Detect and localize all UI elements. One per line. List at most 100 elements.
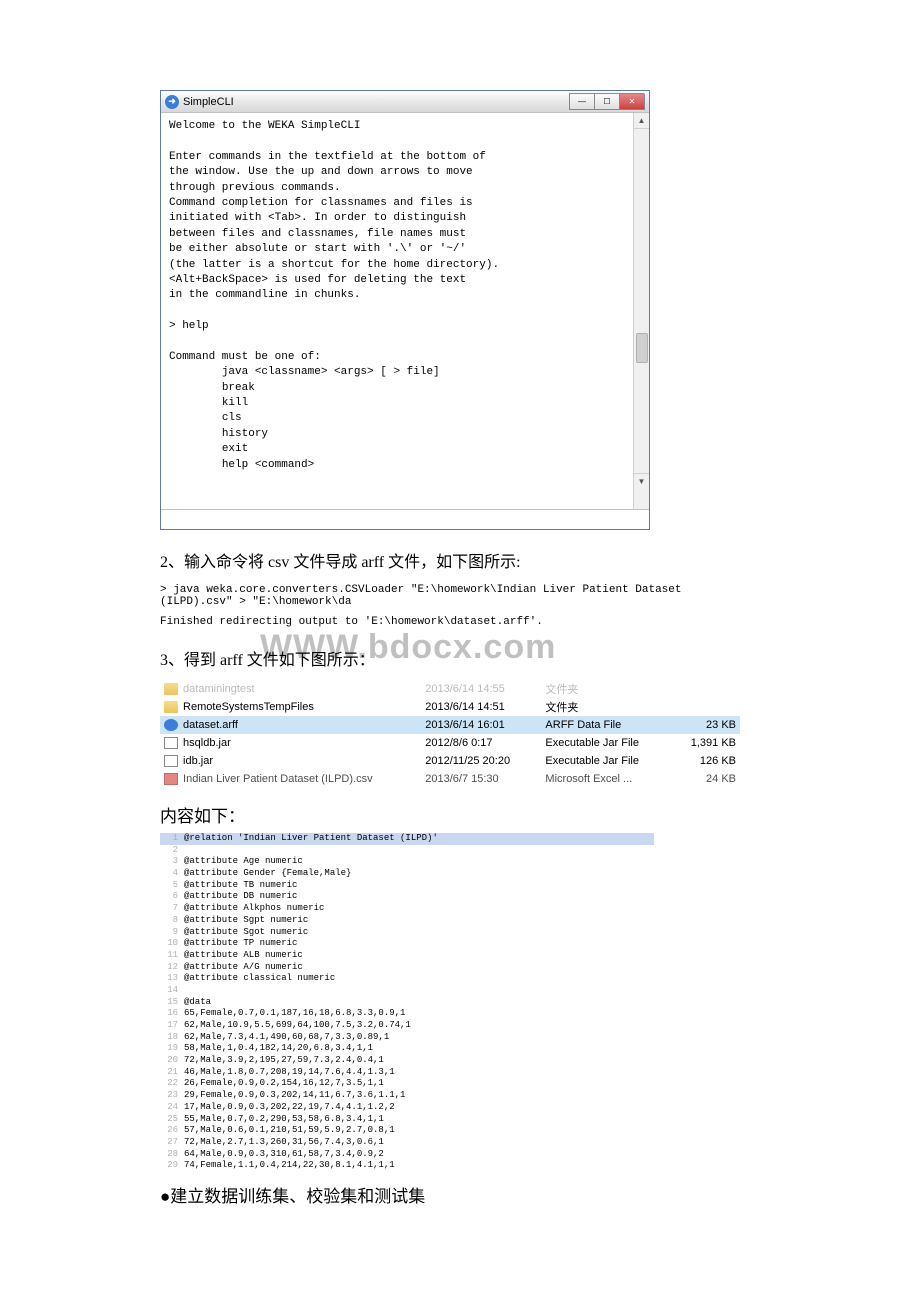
arff-code-line: 64,Male,0.9,0.3,310,61,58,7,3.4,0.9,2 [184,1149,654,1161]
line-number: 18 [160,1032,184,1044]
scroll-up-icon[interactable]: ▲ [634,113,649,129]
line-number: 28 [160,1149,184,1161]
line-number: 1 [160,833,184,845]
scroll-thumb[interactable] [636,333,648,363]
arff-line: 11@attribute ALB numeric [160,950,654,962]
cli-titlebar: ➜ SimpleCLI — ☐ ✕ [161,91,649,113]
window-controls: — ☐ ✕ [570,93,645,110]
arff-line: 1958,Male,1,0.4,182,14,20,6.8,3.4,1,1 [160,1043,654,1055]
cli-title: SimpleCLI [183,96,570,108]
maximize-button[interactable]: ☐ [594,93,620,110]
file-row[interactable]: Indian Liver Patient Dataset (ILPD).csv2… [160,770,740,788]
line-number: 23 [160,1090,184,1102]
cli-input[interactable] [161,509,649,529]
line-number: 25 [160,1114,184,1126]
arff-line: 10@attribute TP numeric [160,938,654,950]
line-number: 24 [160,1102,184,1114]
simplecli-window: ➜ SimpleCLI — ☐ ✕ Welcome to the WEKA Si… [160,90,650,530]
arff-line: 2772,Male,2.7,1.3,260,31,56,7.4,3,0.6,1 [160,1137,654,1149]
arff-code-line: @attribute A/G numeric [184,962,654,974]
line-number: 9 [160,927,184,939]
arff-line: 2226,Female,0.9,0.2,154,16,12,7,3.5,1,1 [160,1078,654,1090]
line-number: 22 [160,1078,184,1090]
arff-code-line: @data [184,997,654,1009]
arff-code-line: @attribute TP numeric [184,938,654,950]
content-heading: 内容如下： [160,802,760,827]
arff-line: 1862,Male,7.3,4.1,490,60,68,7,3.3,0.89,1 [160,1032,654,1044]
file-icon [164,719,178,731]
arff-line: 5@attribute TB numeric [160,880,654,892]
line-number: 10 [160,938,184,950]
arff-line: 2864,Male,0.9,0.3,310,61,58,7,3.4,0.9,2 [160,1149,654,1161]
arff-code-line: @attribute Sgot numeric [184,927,654,939]
arff-line: 2417,Male,0.9,0.3,202,22,19,7.4,4.1,1.2,… [160,1102,654,1114]
arff-line: 9@attribute Sgot numeric [160,927,654,939]
arff-line: 6@attribute DB numeric [160,891,654,903]
arff-code-line [184,985,654,997]
file-row[interactable]: RemoteSystemsTempFiles2013/6/14 14:51文件夹 [160,698,740,716]
arff-line: 15@data [160,997,654,1009]
line-number: 26 [160,1125,184,1137]
arff-code-line: 65,Female,0.7,0.1,187,16,18,6.8,3.3,0.9,… [184,1008,654,1020]
cli-scrollbar[interactable]: ▲ ▼ [633,113,649,509]
line-number: 20 [160,1055,184,1067]
file-icon [164,701,178,713]
file-row[interactable]: dataminingtest2013/6/14 14:55文件夹 [160,680,740,698]
arff-code-line: @attribute classical numeric [184,973,654,985]
line-number: 5 [160,880,184,892]
file-row[interactable]: hsqldb.jar2012/8/6 0:17Executable Jar Fi… [160,734,740,752]
close-button[interactable]: ✕ [619,93,645,110]
arff-line: 2146,Male,1.8,0.7,208,19,14,7.6,4.4,1.3,… [160,1067,654,1079]
arff-code-line: 62,Male,10.9,5.5,699,64,100,7.5,3.2,0.74… [184,1020,654,1032]
line-number: 12 [160,962,184,974]
arff-line: 4@attribute Gender {Female,Male} [160,868,654,880]
arff-code-line: 57,Male,0.6,0.1,210,51,59,5.9,2.7,0.8,1 [184,1125,654,1137]
arff-code-line: @attribute Sgpt numeric [184,915,654,927]
step2-text: 2、输入命令将 csv 文件导成 arff 文件，如下图所示: [160,548,760,572]
arff-code-line: @attribute Age numeric [184,856,654,868]
arff-line: 3@attribute Age numeric [160,856,654,868]
arff-code-line: @attribute ALB numeric [184,950,654,962]
minimize-button[interactable]: — [569,93,595,110]
arff-code-line: @relation 'Indian Liver Patient Dataset … [184,833,654,845]
arff-code-line: 72,Male,2.7,1.3,260,31,56,7.4,3,0.6,1 [184,1137,654,1149]
scroll-down-icon[interactable]: ▼ [634,473,649,489]
line-number: 3 [160,856,184,868]
line-number: 29 [160,1160,184,1172]
arff-code-line [184,845,654,857]
step3-text: 3、得到 arff 文件如下图所示： [160,646,760,670]
weka-icon: ➜ [165,95,179,109]
file-icon [164,755,178,767]
cmd-line: > java weka.core.converters.CSVLoader "E… [160,584,760,608]
arff-line: 2657,Male,0.6,0.1,210,51,59,5.9,2.7,0.8,… [160,1125,654,1137]
file-table: dataminingtest2013/6/14 14:55文件夹 RemoteS… [160,680,740,788]
line-number: 27 [160,1137,184,1149]
arff-code-line: @attribute Alkphos numeric [184,903,654,915]
line-number: 21 [160,1067,184,1079]
line-number: 2 [160,845,184,857]
bullet-heading: ●建立数据训练集、校验集和测试集 [160,1182,760,1207]
arff-code-line: @attribute Gender {Female,Male} [184,868,654,880]
line-number: 16 [160,1008,184,1020]
arff-code-line: @attribute DB numeric [184,891,654,903]
arff-line: 2 [160,845,654,857]
file-row[interactable]: idb.jar2012/11/25 20:20Executable Jar Fi… [160,752,740,770]
arff-code-line: @attribute TB numeric [184,880,654,892]
line-number: 19 [160,1043,184,1055]
arff-line: 2974,Female,1.1,0.4,214,22,30,8.1,4.1,1,… [160,1160,654,1172]
arff-code-line: 62,Male,7.3,4.1,490,60,68,7,3.3,0.89,1 [184,1032,654,1044]
arff-code-line: 74,Female,1.1,0.4,214,22,30,8.1,4.1,1,1 [184,1160,654,1172]
line-number: 15 [160,997,184,1009]
arff-line: 13@attribute classical numeric [160,973,654,985]
file-row[interactable]: dataset.arff2013/6/14 16:01ARFF Data Fil… [160,716,740,734]
file-icon [164,773,178,785]
finished-line: Finished redirecting output to 'E:\homew… [160,616,760,628]
file-icon [164,737,178,749]
line-number: 11 [160,950,184,962]
line-number: 6 [160,891,184,903]
arff-line: 1762,Male,10.9,5.5,699,64,100,7.5,3.2,0.… [160,1020,654,1032]
arff-code-line: 55,Male,0.7,0.2,290,53,58,6.8,3.4,1,1 [184,1114,654,1126]
line-number: 14 [160,985,184,997]
line-number: 17 [160,1020,184,1032]
arff-line: 2329,Female,0.9,0.3,202,14,11,6.7,3.6,1.… [160,1090,654,1102]
